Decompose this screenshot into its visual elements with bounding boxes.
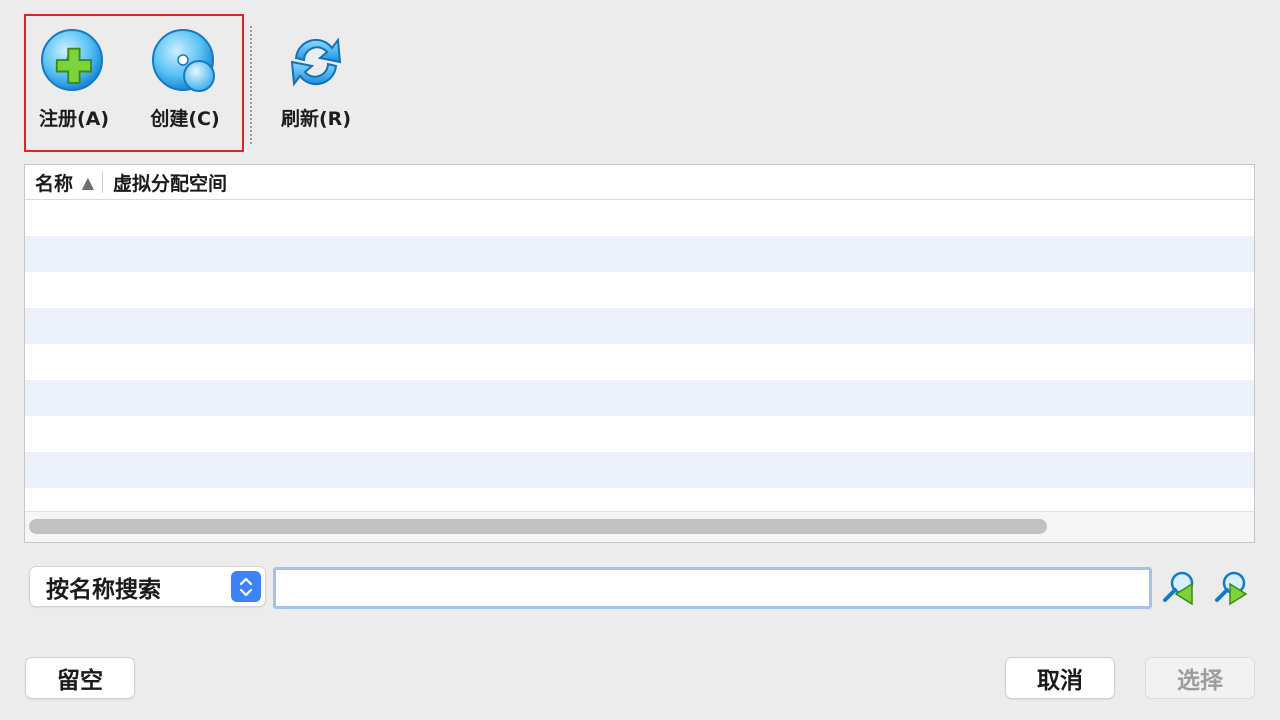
table-row — [25, 272, 1254, 308]
column-header-name[interactable]: 名称 ▲ — [25, 171, 103, 193]
disk-create-icon — [152, 29, 215, 92]
register-label: 注册(A) — [38, 108, 110, 130]
table-row — [25, 308, 1254, 344]
toolbar-separator — [250, 26, 252, 144]
table-header: 名称 ▲ 虚拟分配空间 — [25, 165, 1254, 200]
search-previous-icon — [1163, 571, 1194, 606]
column-header-virtual-size[interactable]: 虚拟分配空间 — [103, 165, 227, 199]
search-input[interactable] — [273, 567, 1152, 609]
table-row — [25, 452, 1254, 488]
refresh-button[interactable]: 刷新(R) — [268, 28, 364, 138]
chevron-up-down-icon — [231, 571, 261, 602]
create-label: 创建(C) — [150, 108, 220, 130]
choose-button[interactable]: 选择 — [1146, 658, 1254, 698]
table-row — [25, 200, 1254, 236]
refresh-label: 刷新(R) — [281, 108, 351, 130]
search-type-select[interactable]: 按名称搜索 — [30, 567, 265, 606]
medium-selector-dialog: 注册(A) 创建(C) 刷新(R) 名称 ▲ 虚拟分配空间 按名称搜索 留空 取… — [0, 0, 1280, 720]
disk-add-icon — [41, 29, 103, 91]
table-row — [25, 344, 1254, 380]
leave-empty-button[interactable]: 留空 — [26, 658, 134, 698]
media-table[interactable]: 名称 ▲ 虚拟分配空间 — [24, 164, 1255, 543]
horizontal-scrollbar[interactable] — [25, 511, 1254, 542]
refresh-icon — [290, 37, 342, 87]
search-next-button[interactable] — [1212, 570, 1248, 606]
search-next-icon — [1215, 571, 1248, 606]
scrollbar-thumb[interactable] — [29, 519, 1047, 534]
table-body — [25, 200, 1254, 524]
register-button[interactable]: 注册(A) — [26, 28, 122, 138]
table-row — [25, 380, 1254, 416]
search-type-value: 按名称搜索 — [46, 576, 161, 603]
search-previous-button[interactable] — [1160, 570, 1196, 606]
cancel-button[interactable]: 取消 — [1006, 658, 1114, 698]
sort-ascending-icon: ▲ — [81, 173, 94, 192]
table-row — [25, 416, 1254, 452]
create-button[interactable]: 创建(C) — [137, 28, 233, 138]
table-row — [25, 236, 1254, 272]
